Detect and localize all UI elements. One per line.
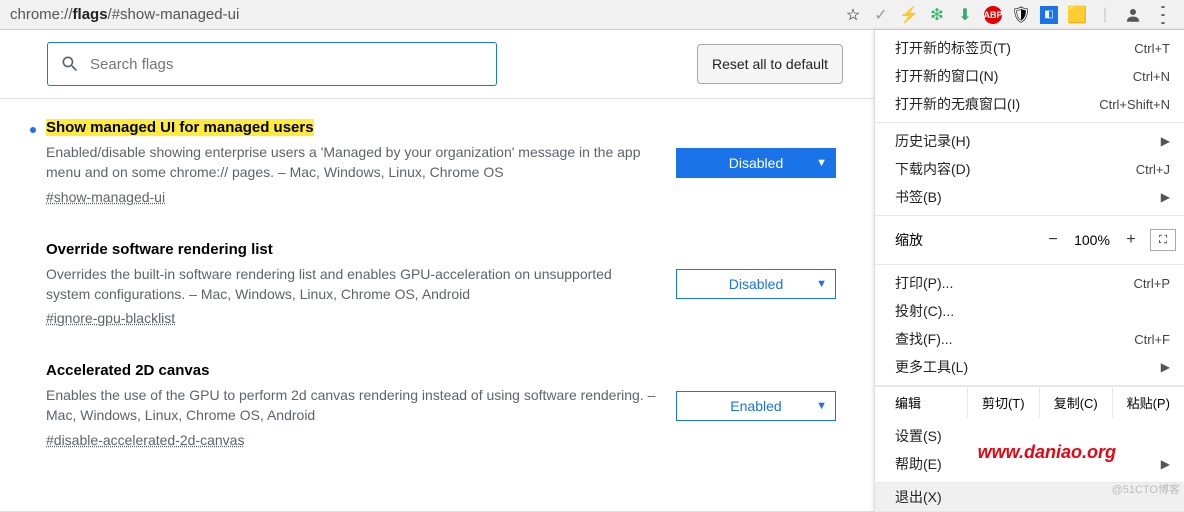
fullscreen-button[interactable]: ⛶ (1150, 229, 1176, 251)
flag-row: Show managed UI for managed users Enable… (30, 119, 864, 207)
flag-row: Override software rendering list Overrid… (30, 241, 864, 329)
flag-description: Enables the use of the GPU to perform 2d… (46, 385, 656, 426)
menu-item[interactable]: 查找(F)...Ctrl+F (875, 325, 1184, 353)
divider: | (1096, 6, 1114, 24)
menu-label: 历史记录(H) (895, 131, 1153, 151)
flag-anchor-link[interactable]: #show-managed-ui (46, 189, 165, 205)
idm-icon[interactable]: ⬇ (956, 6, 974, 24)
flag-indicator-dot (30, 127, 36, 133)
menu-item[interactable]: 打开新的无痕窗口(I)Ctrl+Shift+N (875, 90, 1184, 118)
menu-label: 下载内容(D) (895, 159, 1136, 179)
menu-label: 打开新的窗口(N) (895, 66, 1133, 86)
flag-select-value: Disabled (729, 276, 783, 292)
cut-button[interactable]: 剪切(T) (968, 387, 1041, 418)
search-icon (60, 54, 80, 74)
ext-icon-2[interactable]: ◧ (1040, 6, 1058, 24)
flag-select[interactable]: Disabled ▼ (676, 269, 836, 299)
flag-row: Accelerated 2D canvas Enables the use of… (30, 362, 864, 450)
flag-title: Show managed UI for managed users (46, 119, 314, 136)
zoom-percent: 100% (1068, 232, 1116, 248)
search-flags-box[interactable] (47, 42, 497, 86)
ext-icon-3[interactable]: 🟨 (1068, 6, 1086, 24)
flag-select-value: Disabled (729, 155, 783, 171)
reset-all-button[interactable]: Reset all to default (697, 44, 843, 84)
browser-toolbar: chrome://flags/#show-managed-ui ☆ ✓ ⚡ ❇ … (0, 0, 1184, 30)
flags-page: Reset all to default Show managed UI for… (0, 30, 874, 512)
zoom-label: 缩放 (895, 230, 1038, 250)
address-bar[interactable]: chrome://flags/#show-managed-ui (4, 6, 844, 23)
menu-label: 书签(B) (895, 187, 1153, 207)
copy-button[interactable]: 复制(C) (1040, 387, 1113, 418)
flag-select-value: Enabled (730, 398, 781, 414)
flag-anchor-link[interactable]: #disable-accelerated-2d-canvas (46, 432, 244, 448)
menu-shortcut: Ctrl+F (1134, 332, 1170, 347)
flag-select[interactable]: Disabled ▼ (676, 148, 836, 178)
menu-shortcut: Ctrl+J (1136, 162, 1170, 177)
flag-description: Overrides the built-in software renderin… (46, 264, 656, 305)
toolbar-icons: ☆ ✓ ⚡ ❇ ⬇ ABP 🛡 ◧ 🟨 | (844, 4, 1180, 26)
profile-icon[interactable] (1124, 6, 1142, 24)
menu-shortcut: Ctrl+P (1134, 276, 1170, 291)
menu-item[interactable]: 历史记录(H) ▶ (875, 127, 1184, 155)
chevron-right-icon: ▶ (1161, 134, 1170, 148)
menu-item[interactable]: 书签(B) ▶ (875, 183, 1184, 211)
check-icon[interactable]: ✓ (872, 6, 890, 24)
url-prefix: chrome:// (10, 6, 73, 23)
flag-anchor-link[interactable]: #ignore-gpu-blacklist (46, 310, 175, 326)
menu-item[interactable]: 打开新的窗口(N)Ctrl+N (875, 62, 1184, 90)
abp-icon[interactable]: ABP (984, 6, 1002, 24)
zoom-out-button[interactable]: − (1038, 231, 1068, 249)
cto-watermark: @51CTO博客 (1112, 481, 1180, 497)
menu-label: 投射(C)... (895, 301, 1170, 321)
menu-label: 打开新的标签页(T) (895, 38, 1134, 58)
chevron-down-icon: ▼ (816, 157, 827, 169)
zoom-in-button[interactable]: + (1116, 231, 1146, 249)
menu-shortcut: Ctrl+Shift+N (1099, 97, 1170, 112)
lightning-icon[interactable]: ⚡ (900, 6, 918, 24)
menu-item[interactable]: 打印(P)...Ctrl+P (875, 269, 1184, 297)
chevron-down-icon: ▼ (816, 278, 827, 290)
chevron-right-icon: ▶ (1161, 190, 1170, 204)
menu-label: 打印(P)... (895, 273, 1134, 293)
watermark: www.daniao.org (978, 442, 1116, 463)
star-icon[interactable]: ☆ (844, 6, 862, 24)
flag-select[interactable]: Enabled ▼ (676, 391, 836, 421)
chevron-down-icon: ▼ (816, 400, 827, 412)
chrome-menu: 打开新的标签页(T)Ctrl+T打开新的窗口(N)Ctrl+N打开新的无痕窗口(… (874, 30, 1184, 512)
menu-label: 查找(F)... (895, 329, 1134, 349)
paste-button[interactable]: 粘贴(P) (1113, 387, 1184, 418)
menu-shortcut: Ctrl+N (1133, 69, 1170, 84)
chevron-right-icon: ▶ (1161, 360, 1170, 374)
edit-label: 编辑 (875, 387, 968, 418)
menu-item[interactable]: 打开新的标签页(T)Ctrl+T (875, 34, 1184, 62)
menu-item[interactable]: 更多工具(L) ▶ (875, 353, 1184, 381)
evernote-icon[interactable]: ❇ (928, 6, 946, 24)
ext-icon-1[interactable]: 🛡 (1012, 6, 1030, 24)
search-input[interactable] (90, 56, 484, 73)
menu-item[interactable]: 投射(C)... (875, 297, 1184, 325)
flag-title: Override software rendering list (46, 241, 273, 258)
menu-label: 打开新的无痕窗口(I) (895, 94, 1099, 114)
flag-description: Enabled/disable showing enterprise users… (46, 142, 656, 183)
menu-shortcut: Ctrl+T (1134, 41, 1170, 56)
menu-item[interactable]: 下载内容(D)Ctrl+J (875, 155, 1184, 183)
flag-title: Accelerated 2D canvas (46, 362, 209, 379)
url-bold: flags (73, 6, 108, 23)
chevron-right-icon: ▶ (1161, 457, 1170, 471)
edit-row: 编辑 剪切(T) 复制(C) 粘贴(P) (875, 386, 1184, 418)
zoom-row: 缩放 − 100% + ⛶ (875, 220, 1184, 260)
url-suffix: /#show-managed-ui (108, 6, 240, 23)
menu-label: 更多工具(L) (895, 357, 1153, 377)
more-menu-button[interactable] (1152, 4, 1174, 26)
